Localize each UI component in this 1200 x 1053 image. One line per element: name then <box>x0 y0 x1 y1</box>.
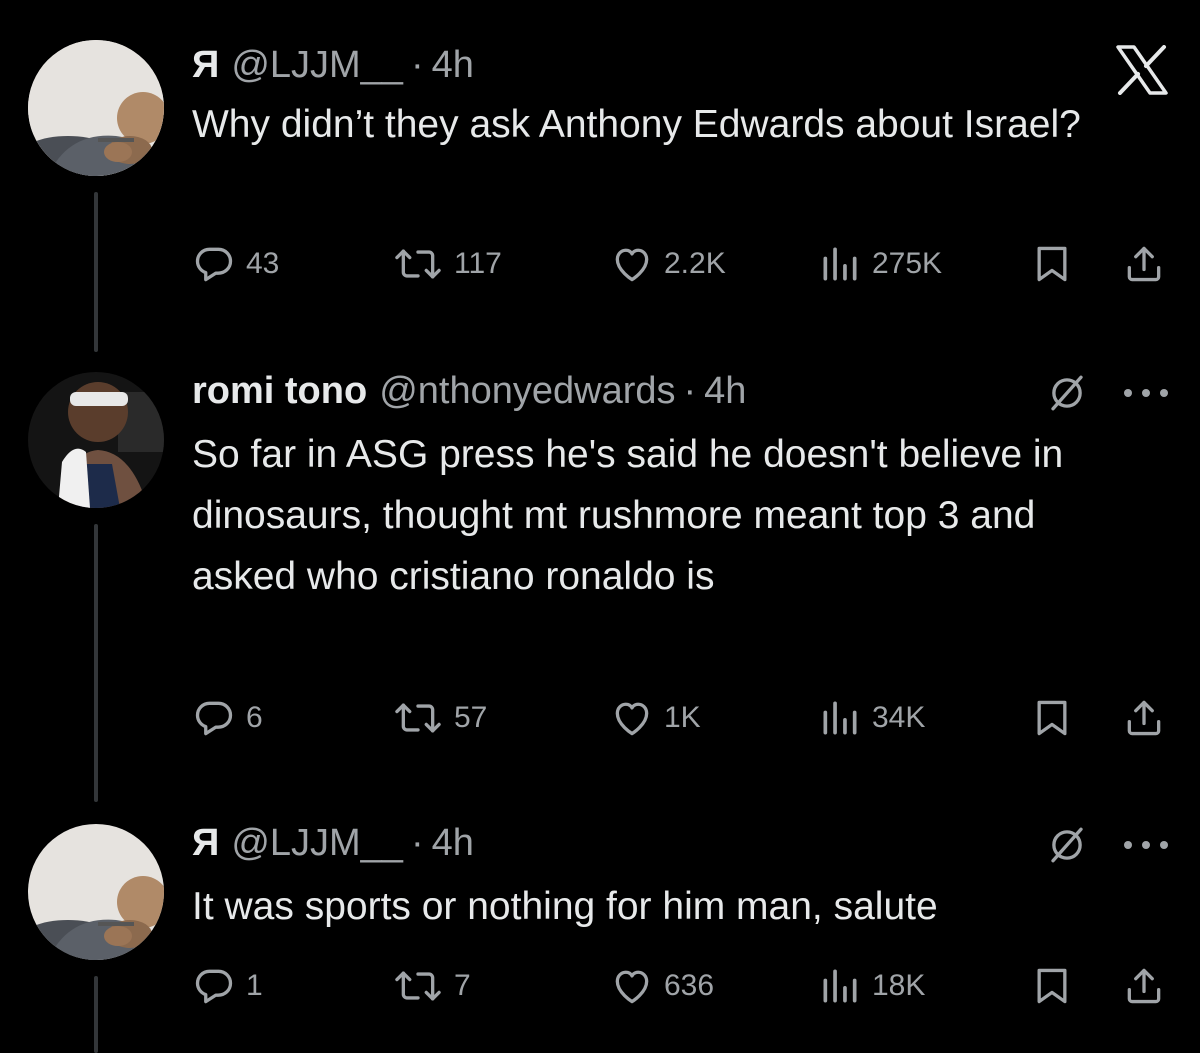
share-icon <box>1127 700 1161 736</box>
share-icon <box>1127 246 1161 282</box>
like-count: 2.2K <box>664 247 726 280</box>
reply-count: 6 <box>246 701 263 734</box>
avatar[interactable] <box>28 40 164 176</box>
grok-slash-icon[interactable] <box>1044 370 1090 416</box>
share-icon <box>1127 968 1161 1004</box>
reply-icon <box>195 701 233 736</box>
thread-line <box>94 524 98 802</box>
x-logo-icon[interactable] <box>1114 44 1170 96</box>
bookmark-icon <box>1037 246 1067 282</box>
share-button[interactable] <box>1122 238 1166 290</box>
like-count: 1K <box>664 701 701 734</box>
views-icon <box>823 247 857 281</box>
action-bar: 1 7 636 18K <box>192 960 1172 1012</box>
more-icon[interactable] <box>1118 822 1174 868</box>
share-button[interactable] <box>1122 692 1166 744</box>
views-icon <box>823 969 857 1003</box>
like-button[interactable]: 2.2K <box>610 238 726 290</box>
share-button[interactable] <box>1122 960 1166 1012</box>
repost-icon <box>395 971 441 1001</box>
like-icon <box>615 702 649 736</box>
avatar[interactable] <box>28 372 164 508</box>
repost-icon <box>395 703 441 733</box>
timestamp[interactable]: 4h <box>432 40 474 90</box>
reply-count: 1 <box>246 969 263 1002</box>
separator: · <box>410 822 424 864</box>
views-button[interactable]: 34K <box>818 692 925 744</box>
reply-button[interactable]: 43 <box>192 238 279 290</box>
display-name[interactable]: Я <box>192 40 219 90</box>
repost-count: 117 <box>454 247 502 280</box>
like-button[interactable]: 636 <box>610 960 714 1012</box>
avatar-photo <box>28 372 164 508</box>
view-count: 34K <box>872 701 926 734</box>
thread-line <box>94 976 98 1053</box>
action-bar: 43 117 2.2K 275K <box>192 238 1172 290</box>
display-name[interactable]: Я <box>192 818 219 868</box>
post-text: It was sports or nothing for him man, sa… <box>192 885 938 928</box>
bookmark-button[interactable] <box>1030 238 1074 290</box>
avatar-photo <box>28 40 164 176</box>
views-button[interactable]: 18K <box>818 960 925 1012</box>
avatar-photo <box>28 824 164 960</box>
reply-icon <box>195 969 233 1004</box>
repost-count: 57 <box>454 701 488 734</box>
reply-icon <box>195 247 233 282</box>
views-icon <box>823 701 857 735</box>
like-count: 636 <box>664 969 715 1002</box>
reply-count: 43 <box>246 247 280 280</box>
post-header: romi tono @nthonyedwards · 4h <box>192 366 746 416</box>
post-header: Я @LJJM__ · 4h <box>192 40 474 90</box>
bookmark-button[interactable] <box>1030 692 1074 744</box>
user-handle[interactable]: @LJJM__ <box>231 818 403 868</box>
repost-button[interactable]: 57 <box>392 692 487 744</box>
separator: · <box>683 370 697 412</box>
repost-button[interactable]: 117 <box>392 238 502 290</box>
bookmark-icon <box>1037 968 1067 1004</box>
thread-line <box>94 192 98 352</box>
post-text: Why didn’t they ask Anthony Edwards abou… <box>192 103 1081 146</box>
view-count: 18K <box>872 969 926 1002</box>
like-button[interactable]: 1K <box>610 692 701 744</box>
post-header: Я @LJJM__ · 4h <box>192 818 474 868</box>
post-text: So far in ASG press he's said he doesn't… <box>192 433 1064 598</box>
reply-button[interactable]: 1 <box>192 960 263 1012</box>
timestamp[interactable]: 4h <box>704 366 746 416</box>
reply-button[interactable]: 6 <box>192 692 263 744</box>
repost-button[interactable]: 7 <box>392 960 471 1012</box>
repost-count: 7 <box>454 969 471 1002</box>
bookmark-icon <box>1037 700 1067 736</box>
avatar[interactable] <box>28 824 164 960</box>
action-bar: 6 57 1K 34K <box>192 692 1172 744</box>
repost-icon <box>395 249 441 279</box>
like-icon <box>615 248 649 282</box>
like-icon <box>615 970 649 1004</box>
more-icon[interactable] <box>1118 370 1174 416</box>
views-button[interactable]: 275K <box>818 238 942 290</box>
user-handle[interactable]: @nthonyedwards <box>379 366 675 416</box>
timestamp[interactable]: 4h <box>432 818 474 868</box>
user-handle[interactable]: @LJJM__ <box>231 40 403 90</box>
display-name[interactable]: romi tono <box>192 366 367 416</box>
separator: · <box>410 44 424 86</box>
grok-slash-icon[interactable] <box>1044 822 1090 868</box>
view-count: 275K <box>872 247 943 280</box>
bookmark-button[interactable] <box>1030 960 1074 1012</box>
